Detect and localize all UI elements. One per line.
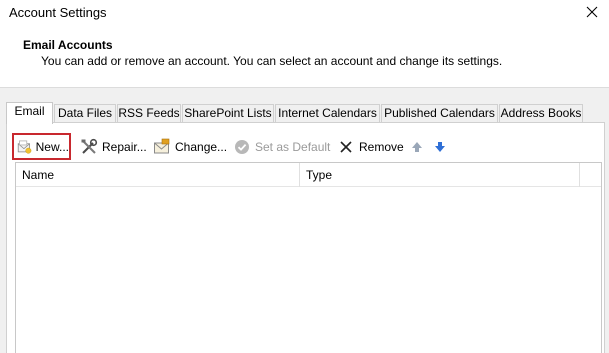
new-account-button[interactable]: New...	[12, 133, 71, 160]
remove-button-label: Remove	[359, 140, 404, 154]
tools-icon	[81, 138, 98, 154]
content-area: Email Data Files RSS Feeds SharePoint Li…	[0, 88, 609, 353]
change-envelope-icon	[154, 138, 170, 154]
change-button[interactable]: Change...	[153, 136, 227, 158]
list-header: Name Type	[16, 163, 601, 187]
remove-x-icon	[340, 141, 352, 153]
tab-internet-calendars[interactable]: Internet Calendars	[275, 104, 380, 123]
section-title: Email Accounts	[23, 38, 113, 52]
tab-email[interactable]: Email	[6, 102, 53, 124]
tab-data-files[interactable]: Data Files	[54, 104, 116, 123]
tab-address-books[interactable]: Address Books	[499, 104, 583, 123]
new-button-label: New...	[35, 139, 69, 154]
column-header-type[interactable]: Type	[300, 163, 579, 187]
change-button-label: Change...	[175, 140, 228, 154]
accounts-list[interactable]: Name Type	[15, 162, 602, 353]
checkmark-circle-icon	[235, 140, 249, 154]
email-tab-panel: New... Repair... Change... Set as Defaul…	[6, 122, 605, 353]
move-down-button[interactable]	[431, 136, 453, 158]
tab-strip: Email Data Files RSS Feeds SharePoint Li…	[6, 102, 606, 124]
column-divider[interactable]	[579, 163, 580, 187]
new-envelope-icon	[17, 139, 32, 154]
column-header-name[interactable]: Name	[16, 163, 299, 187]
section-description: You can add or remove an account. You ca…	[41, 54, 503, 68]
header-section: Email Accounts You can add or remove an …	[0, 26, 609, 88]
repair-button[interactable]: Repair...	[80, 136, 147, 158]
close-icon[interactable]	[583, 3, 601, 21]
tab-published-calendars[interactable]: Published Calendars	[381, 104, 498, 123]
move-up-button[interactable]	[408, 136, 430, 158]
tab-sharepoint-lists[interactable]: SharePoint Lists	[182, 104, 274, 123]
title-bar: Account Settings	[0, 0, 609, 26]
arrow-down-icon	[435, 142, 445, 152]
remove-button[interactable]: Remove	[337, 136, 404, 158]
set-as-default-label: Set as Default	[255, 140, 331, 154]
tab-rss-feeds[interactable]: RSS Feeds	[117, 104, 181, 123]
window-title: Account Settings	[9, 5, 107, 20]
repair-button-label: Repair...	[102, 140, 147, 154]
arrow-up-icon	[412, 142, 422, 152]
set-as-default-button[interactable]: Set as Default	[233, 136, 330, 158]
